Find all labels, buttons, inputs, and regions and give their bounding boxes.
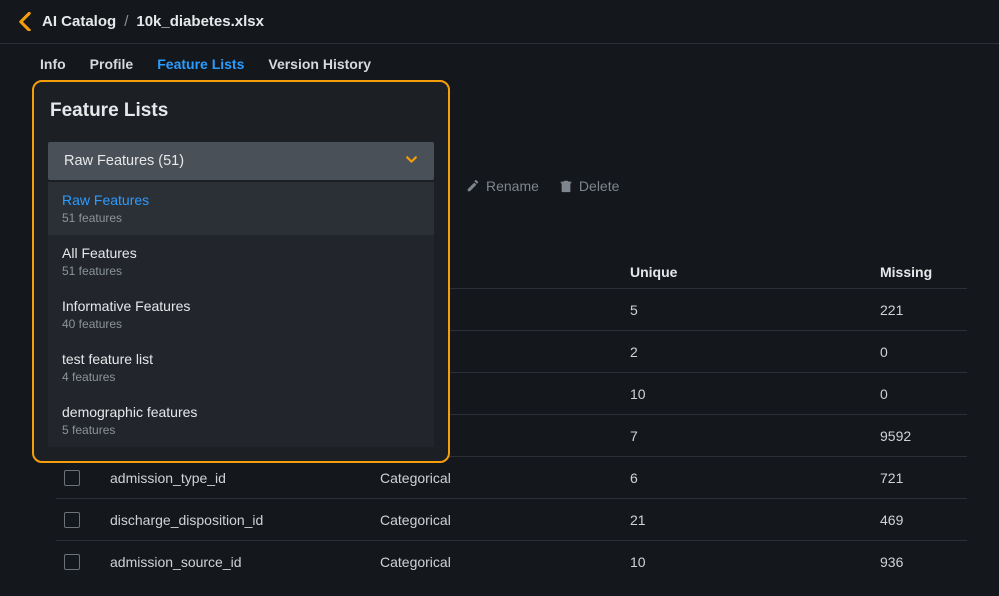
feature-list-menu: Raw Features 51 features All Features 51… xyxy=(48,182,434,447)
option-sublabel: 51 features xyxy=(62,211,420,225)
option-label: demographic features xyxy=(62,404,420,420)
cell-unique: 6 xyxy=(630,470,880,486)
table-row[interactable]: discharge_disposition_id Categorical 21 … xyxy=(56,498,967,540)
cell-unique: 21 xyxy=(630,512,880,528)
back-icon[interactable] xyxy=(18,15,32,29)
breadcrumb-current: 10k_diabetes.xlsx xyxy=(136,13,264,30)
delete-button[interactable]: Delete xyxy=(559,178,619,194)
dropdown-option[interactable]: demographic features 5 features xyxy=(48,394,434,447)
tab-profile[interactable]: Profile xyxy=(90,56,134,72)
dropdown-option[interactable]: test feature list 4 features xyxy=(48,341,434,394)
col-missing[interactable]: Missing xyxy=(880,264,967,280)
table-row[interactable]: admission_source_id Categorical 10 936 xyxy=(56,540,967,582)
panel-title: Feature Lists xyxy=(50,100,434,122)
cell-missing: 0 xyxy=(880,386,967,402)
tab-version-history[interactable]: Version History xyxy=(268,56,371,72)
delete-label: Delete xyxy=(579,178,619,194)
cell-unique: 10 xyxy=(630,386,880,402)
feature-list-select[interactable]: Raw Features (51) xyxy=(48,142,434,180)
row-checkbox[interactable] xyxy=(64,470,80,486)
rename-label: Rename xyxy=(486,178,539,194)
tabs: Info Profile Feature Lists Version Histo… xyxy=(0,44,999,84)
pencil-icon xyxy=(466,179,480,193)
cell-type: Categorical xyxy=(380,554,630,570)
cell-name: admission_type_id xyxy=(110,470,380,486)
option-sublabel: 5 features xyxy=(62,423,420,437)
cell-missing: 221 xyxy=(880,302,967,318)
option-sublabel: 51 features xyxy=(62,264,420,278)
tab-feature-lists[interactable]: Feature Lists xyxy=(157,56,244,72)
row-checkbox[interactable] xyxy=(64,554,80,570)
breadcrumb-separator: / xyxy=(124,13,128,30)
cell-missing: 469 xyxy=(880,512,967,528)
option-label: test feature list xyxy=(62,351,420,367)
select-value: Raw Features (51) xyxy=(64,153,184,169)
dropdown-option[interactable]: All Features 51 features xyxy=(48,235,434,288)
option-label: Informative Features xyxy=(62,298,420,314)
chevron-down-icon xyxy=(405,153,418,170)
toolbar: Rename Delete xyxy=(466,178,967,194)
dropdown-option[interactable]: Raw Features 51 features xyxy=(48,182,434,235)
cell-name: discharge_disposition_id xyxy=(110,512,380,528)
cell-missing: 9592 xyxy=(880,428,967,444)
row-checkbox[interactable] xyxy=(64,512,80,528)
breadcrumb-root[interactable]: AI Catalog xyxy=(42,13,116,30)
cell-missing: 936 xyxy=(880,554,967,570)
cell-missing: 0 xyxy=(880,344,967,360)
dropdown-option[interactable]: Informative Features 40 features xyxy=(48,288,434,341)
option-label: All Features xyxy=(62,245,420,261)
cell-name: admission_source_id xyxy=(110,554,380,570)
option-sublabel: 40 features xyxy=(62,317,420,331)
breadcrumb: AI Catalog / 10k_diabetes.xlsx xyxy=(0,0,999,44)
trash-icon xyxy=(559,179,573,193)
cell-type: Categorical xyxy=(380,470,630,486)
cell-missing: 721 xyxy=(880,470,967,486)
cell-unique: 2 xyxy=(630,344,880,360)
cell-unique: 10 xyxy=(630,554,880,570)
option-label: Raw Features xyxy=(62,192,420,208)
cell-unique: 5 xyxy=(630,302,880,318)
col-unique[interactable]: Unique xyxy=(630,264,880,280)
feature-list-dropdown-panel: Feature Lists Raw Features (51) Raw Feat… xyxy=(32,80,450,463)
cell-unique: 7 xyxy=(630,428,880,444)
cell-type: Categorical xyxy=(380,512,630,528)
option-sublabel: 4 features xyxy=(62,370,420,384)
tab-info[interactable]: Info xyxy=(40,56,66,72)
rename-button[interactable]: Rename xyxy=(466,178,539,194)
